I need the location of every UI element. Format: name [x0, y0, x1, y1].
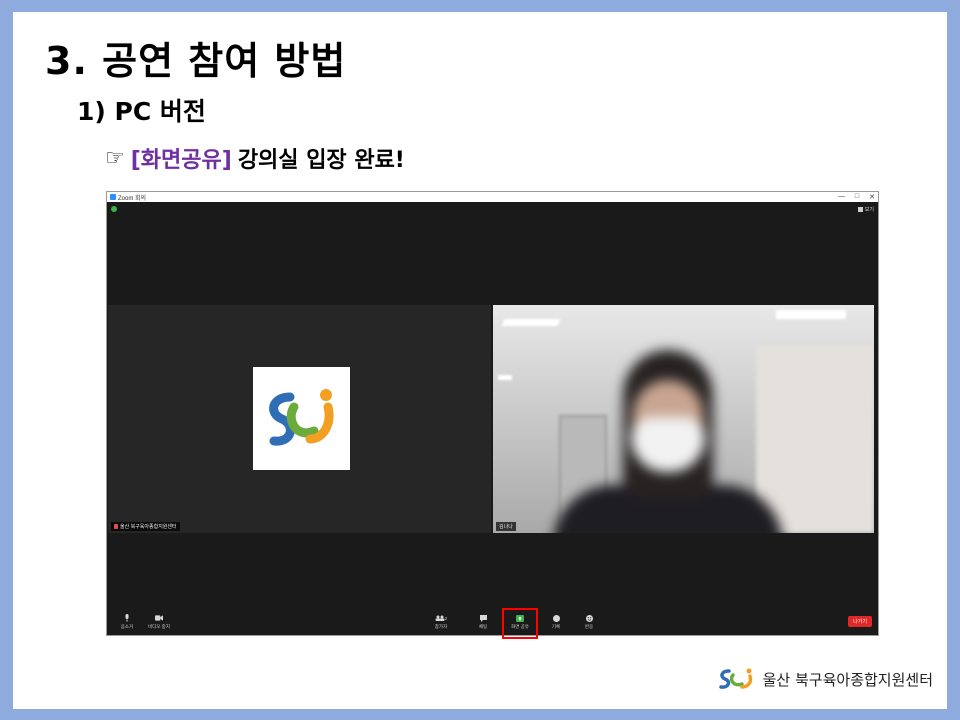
step-instruction: ☞ [화면공유] 강의실 입장 완료! [105, 142, 405, 174]
pointing-hand-icon: ☞ [105, 145, 125, 171]
participants-button[interactable]: 2 참가자 [425, 611, 457, 633]
record-icon [552, 614, 560, 622]
security-shield-icon[interactable] [111, 206, 117, 212]
reactions-button[interactable]: 반응 [573, 611, 605, 633]
footer-brand: 울산 북구육아종합지원센터 [717, 667, 933, 691]
stop-video-button[interactable]: 비디오 중지 [143, 611, 175, 633]
leave-meeting-button[interactable]: 나가기 [848, 616, 872, 627]
soj-logo-small-icon [718, 668, 752, 689]
grid-icon [857, 206, 863, 212]
participant-tile-video[interactable]: 김나나 [493, 305, 874, 533]
record-button[interactable]: 기록 [540, 611, 572, 633]
video-camera-icon [155, 615, 163, 621]
zoom-titlebar: Zoom 회의 — □ ✕ [107, 192, 878, 202]
zoom-window-title: Zoom 회의 [118, 195, 147, 202]
zoom-meeting-toolbar: 음소거 비디오 중지 2 참가자 채팅 화면 공유 기록 반응 나가기 [107, 608, 878, 639]
chat-bubble-icon [479, 614, 487, 622]
mute-button[interactable]: 음소거 [111, 611, 143, 633]
center-logo-image [253, 367, 350, 470]
participants-icon [435, 615, 445, 621]
step-highlight: [화면공유] [130, 148, 232, 173]
share-screen-highlight-box [502, 608, 538, 639]
zoom-topbar: 보기 [107, 202, 878, 216]
maximize-icon[interactable]: □ [855, 193, 859, 201]
slide-subtitle: 1) PC 버전 [77, 97, 206, 126]
view-button[interactable]: 보기 [857, 206, 874, 213]
smiley-icon [585, 614, 593, 622]
muted-mic-icon [114, 524, 118, 529]
zoom-window-screenshot: Zoom 회의 — □ ✕ 보기 울산 북구육아종합지원센터 김나나 음소거 비… [106, 191, 879, 639]
soj-logo-icon [268, 388, 333, 446]
minimize-icon[interactable]: — [838, 193, 845, 201]
chat-button[interactable]: 채팅 [467, 611, 499, 633]
close-icon[interactable]: ✕ [869, 193, 875, 201]
slide: 3. 공연 참여 방법 1) PC 버전 ☞ [화면공유] 강의실 입장 완료!… [13, 12, 947, 709]
blurred-video-feed [493, 305, 874, 533]
zoom-logo-icon [110, 194, 116, 200]
participant-name-label: 울산 북구육아종합지원센터 [111, 522, 180, 531]
microphone-icon [125, 614, 129, 622]
participant-tile-host[interactable]: 울산 북구육아종합지원센터 [108, 305, 491, 533]
step-text: 강의실 입장 완료! [237, 148, 405, 173]
slide-title: 3. 공연 참여 방법 [45, 39, 347, 83]
brand-name: 울산 북구육아종합지원센터 [762, 670, 933, 689]
participant-name-label: 김나나 [496, 522, 516, 531]
